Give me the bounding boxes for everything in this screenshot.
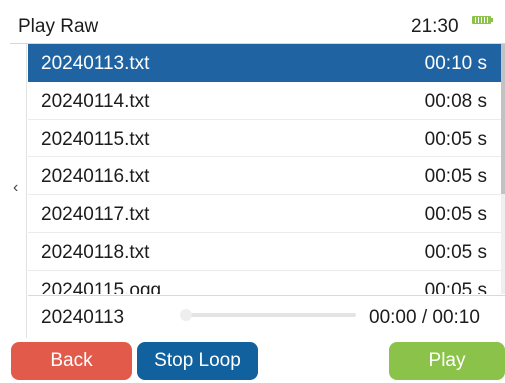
file-duration: 00:05 s bbox=[424, 279, 487, 294]
file-name: 20240115.txt bbox=[41, 128, 150, 150]
track-name: 20240113 bbox=[41, 307, 125, 328]
file-name: 20240114.txt bbox=[41, 90, 150, 112]
file-duration: 00:05 s bbox=[424, 204, 487, 226]
progress-knob[interactable] bbox=[180, 309, 192, 321]
file-duration: 00:05 s bbox=[424, 241, 487, 263]
stop-loop-button[interactable]: Stop Loop bbox=[137, 342, 258, 380]
page-title: Play Raw bbox=[18, 16, 99, 37]
battery-nub bbox=[491, 18, 493, 22]
back-button[interactable]: Back bbox=[11, 342, 132, 380]
progress-slider[interactable] bbox=[180, 309, 356, 321]
file-duration: 00:08 s bbox=[424, 90, 487, 112]
file-name: 20240118.txt bbox=[41, 241, 150, 263]
scrollbar-thumb[interactable] bbox=[501, 44, 505, 194]
file-row[interactable]: 20240114.txt 00:08 s bbox=[28, 82, 501, 120]
file-row[interactable]: 20240118.txt 00:05 s bbox=[28, 233, 501, 271]
left-rail: ‹ bbox=[10, 44, 27, 338]
clock: 21:30 bbox=[411, 16, 459, 37]
chevron-left-icon[interactable]: ‹ bbox=[13, 180, 18, 196]
file-duration: 00:05 s bbox=[424, 166, 487, 188]
file-duration: 00:10 s bbox=[424, 53, 487, 74]
file-name: 20240117.txt bbox=[41, 204, 150, 226]
file-name: 20240113.txt bbox=[41, 53, 150, 74]
player-bar: 20240113 00:00 / 00:10 bbox=[28, 295, 505, 337]
file-row[interactable]: 20240117.txt 00:05 s bbox=[28, 195, 501, 233]
time-readout: 00:00 / 00:10 bbox=[369, 307, 480, 328]
file-list[interactable]: 20240113.txt 00:10 s 20240114.txt 00:08 … bbox=[28, 44, 501, 294]
file-row[interactable]: 20240113.txt 00:10 s bbox=[28, 44, 501, 82]
battery-icon bbox=[472, 16, 491, 24]
status-bar: Play Raw 21:30 bbox=[10, 10, 505, 44]
play-button[interactable]: Play bbox=[389, 342, 505, 380]
file-name: 20240116.txt bbox=[41, 166, 150, 188]
scrollbar[interactable] bbox=[501, 44, 505, 294]
file-name: 20240115.ogg bbox=[41, 279, 162, 294]
file-row[interactable]: 20240116.txt 00:05 s bbox=[28, 157, 501, 196]
file-row[interactable]: 20240115.txt 00:05 s bbox=[28, 120, 501, 158]
file-duration: 00:05 s bbox=[424, 128, 487, 150]
file-row[interactable]: 20240115.ogg 00:05 s bbox=[28, 271, 501, 294]
